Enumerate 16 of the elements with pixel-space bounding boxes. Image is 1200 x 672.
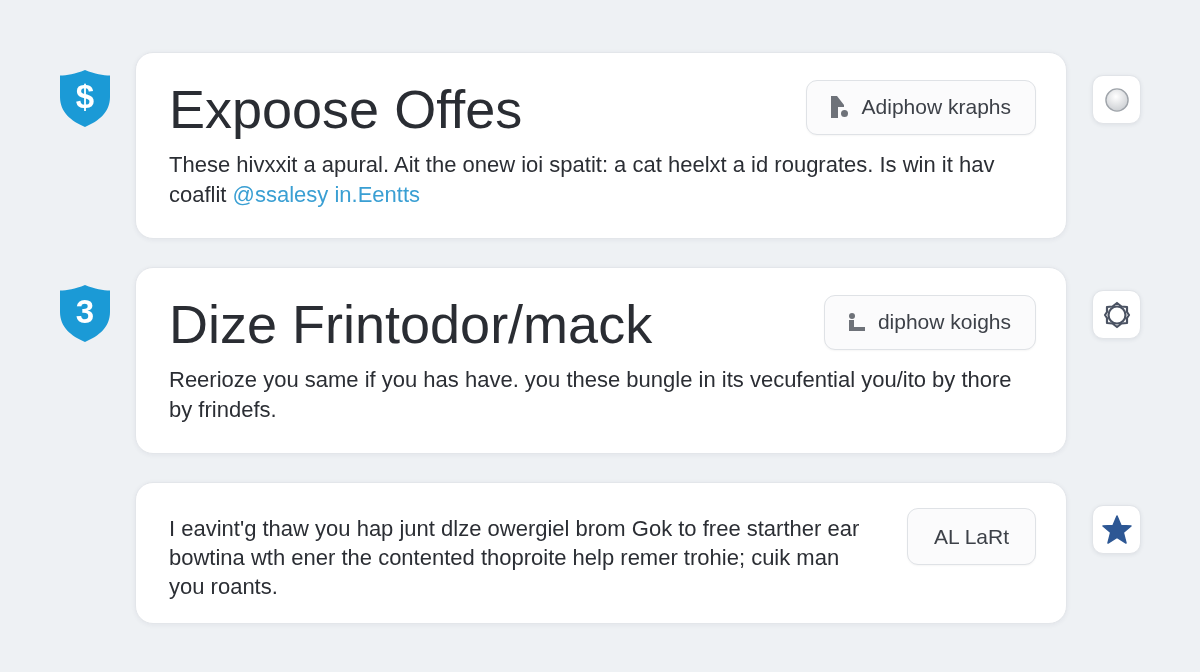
card-description: These hivxxit a apural. Ait the onew ioi spatit: a cat heelxt a id rougrates. Is win it hav coaflit @ssalesy in.Eentts [169, 151, 996, 209]
card-description: I eavint'g thaw you hap junt dlze owergiel brom Gok to free starther ear bowtina wth ener the contented thoproite help remer trohie; cuik man you roants. [169, 515, 861, 601]
card-title: Dize Frintodor/mack [169, 297, 653, 351]
shield-badge: 3 [57, 283, 113, 343]
action-button[interactable]: AL LaRt [906, 508, 1036, 565]
gear-icon [1102, 300, 1131, 329]
side-button[interactable] [1092, 505, 1141, 554]
star-icon [1101, 515, 1132, 544]
action-button[interactable]: diphow koighs [823, 294, 1036, 350]
person-icon [848, 313, 865, 331]
action-button[interactable]: Adiphow kraphs [805, 79, 1036, 135]
side-button[interactable] [1092, 290, 1141, 339]
flag-icon [830, 96, 849, 118]
card-description: Reerioze you same if you has have. you these bungle in its vecufential you/ito by thore by frindefs. [169, 366, 1013, 424]
shield-badge: $ [57, 68, 113, 128]
circle-icon [1104, 87, 1129, 112]
